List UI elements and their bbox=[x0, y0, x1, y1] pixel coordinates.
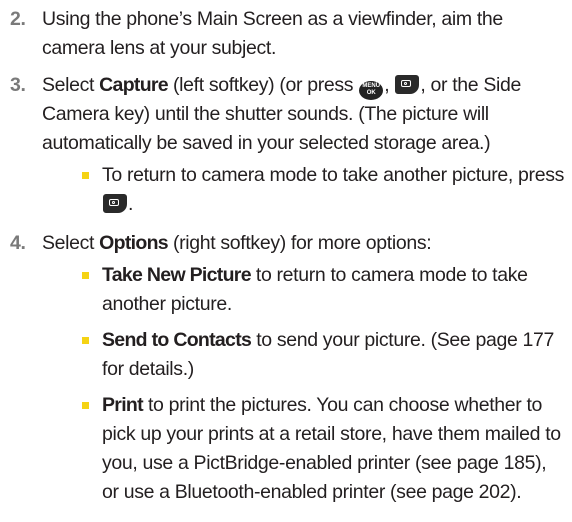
separator: , bbox=[384, 74, 395, 96]
camera-key-icon bbox=[103, 194, 127, 213]
step-text-prefix: Select bbox=[42, 232, 100, 254]
step-4: 4. Select Options (right softkey) for mo… bbox=[0, 229, 572, 507]
menu-ok-key-icon: MENU OK bbox=[359, 81, 384, 100]
step-2: 2. Using the phone’s Main Screen as a vi… bbox=[0, 5, 572, 63]
options-label: Options bbox=[99, 232, 168, 254]
step-number: 3. bbox=[10, 74, 26, 96]
bullet-marker bbox=[82, 402, 89, 409]
instruction-document: 2. Using the phone’s Main Screen as a vi… bbox=[0, 0, 572, 514]
option-send-to-contacts: Send to Contacts bbox=[102, 329, 252, 351]
capture-label: Capture bbox=[99, 74, 168, 96]
bullet-marker bbox=[82, 272, 89, 279]
list-item: Send to Contacts to send your picture. (… bbox=[82, 326, 564, 384]
list-item: To return to camera mode to take another… bbox=[82, 161, 564, 219]
step-number: 2. bbox=[10, 8, 26, 30]
bullet-text: To return to camera mode to take another… bbox=[102, 164, 564, 186]
bullet-list: To return to camera mode to take another… bbox=[42, 161, 564, 219]
bullet-text: to print the pictures. You can choose wh… bbox=[102, 394, 561, 503]
step-3: 3. Select Capture (left softkey) (or pre… bbox=[0, 71, 572, 219]
step-text: Using the phone’s Main Screen as a viewf… bbox=[42, 8, 503, 59]
list-item: Print to print the pictures. You can cho… bbox=[82, 391, 564, 507]
step-text-middle: (left softkey) (or press bbox=[167, 74, 359, 96]
option-print: Print bbox=[102, 394, 144, 416]
step-text-rest: (right softkey) for more options: bbox=[167, 232, 432, 254]
bullet-marker bbox=[82, 172, 89, 179]
step-number: 4. bbox=[10, 232, 26, 254]
camera-key-icon bbox=[395, 75, 420, 94]
list-item: Take New Picture to return to camera mod… bbox=[82, 261, 564, 319]
period: . bbox=[128, 193, 134, 215]
bullet-marker bbox=[82, 337, 89, 344]
bullet-list: Take New Picture to return to camera mod… bbox=[42, 261, 564, 507]
option-take-new-picture: Take New Picture bbox=[102, 264, 252, 286]
step-text-prefix: Select bbox=[42, 74, 100, 96]
